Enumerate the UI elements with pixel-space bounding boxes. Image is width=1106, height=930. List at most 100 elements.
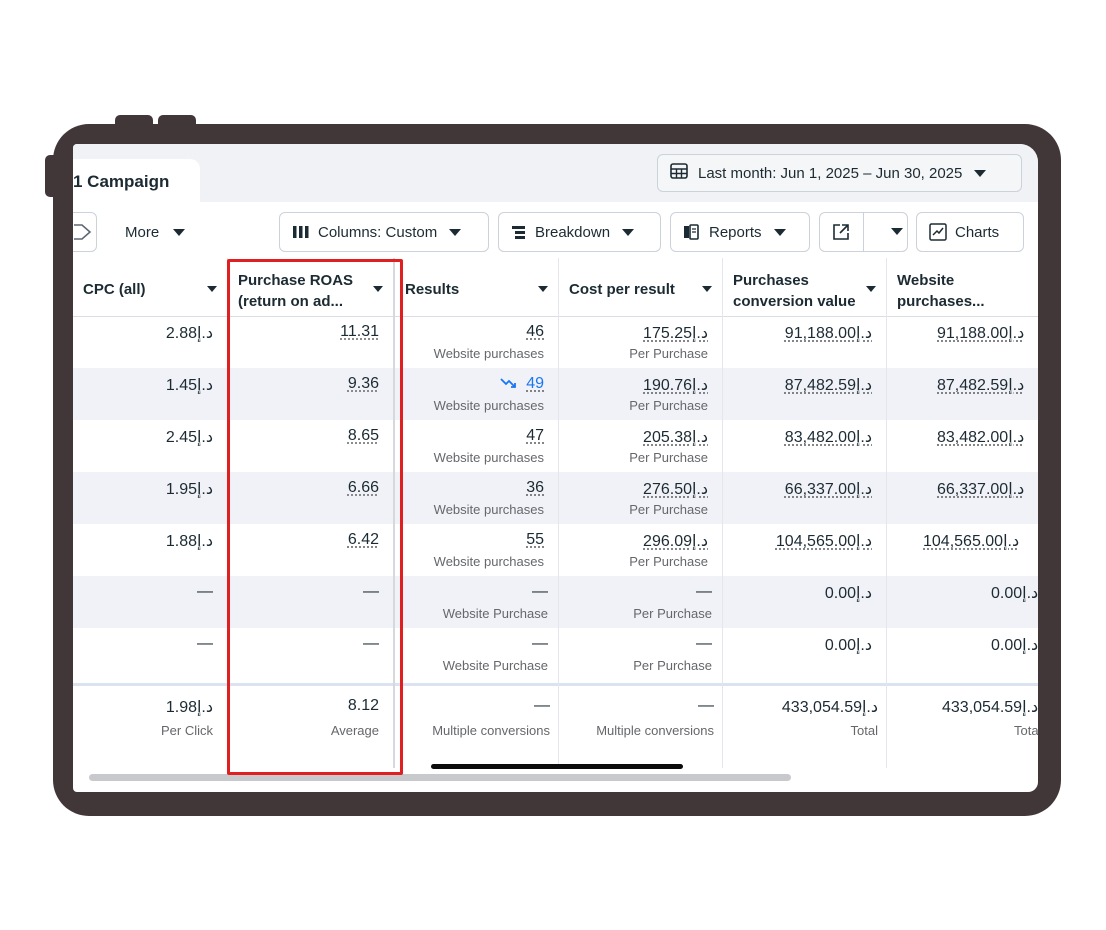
cell-value: 2.88د.إ <box>165 325 213 342</box>
table-cell: 83,482.00د.إ <box>887 420 1038 472</box>
caret-down-icon <box>173 229 186 236</box>
horizontal-scrollbar[interactable] <box>89 774 791 781</box>
cell-value[interactable]: 55 <box>526 531 544 549</box>
tag-button[interactable] <box>73 212 97 252</box>
cell-value[interactable]: 49 <box>526 375 544 393</box>
cell-subtext: Website purchases <box>433 554 544 569</box>
cell-value[interactable]: 276.50د.إ <box>643 479 708 499</box>
more-label: More <box>125 224 160 241</box>
campaign-tab-label[interactable]: 1 Campaign <box>73 172 169 192</box>
cell-value: 433,054.59د.إ <box>781 699 878 716</box>
table-cell: — Per Purchase <box>559 628 722 680</box>
table-cell: 104,565.00د.إ <box>887 524 1038 576</box>
column-header-results[interactable]: Results <box>395 258 558 317</box>
cell-subtext: Website purchases <box>433 502 544 517</box>
cell-value[interactable]: 66,337.00د.إ <box>937 479 1024 499</box>
cell-subtext: Per Purchase <box>629 554 708 569</box>
cell-value[interactable]: 104,565.00د.إ <box>923 531 1019 551</box>
cell-value[interactable]: 91,188.00د.إ <box>785 323 872 343</box>
trend-down-icon <box>500 376 518 394</box>
table-cell: 91,188.00د.إ <box>723 316 886 368</box>
caret-down-icon[interactable] <box>207 286 217 292</box>
column-purchases-conversion-value: Purchases conversion value 91,188.00د.إ 8… <box>723 258 887 768</box>
cell-value[interactable]: 46 <box>526 323 544 341</box>
caret-down-icon[interactable] <box>866 286 876 292</box>
cell-value[interactable]: 104,565.00د.إ <box>776 531 872 551</box>
ads-manager-screen: 1 Campaign Last month: Jun 1, 2025 – Jun… <box>73 144 1038 792</box>
columns-icon <box>292 224 310 240</box>
table-cell: 296.09د.إ Per Purchase <box>559 524 722 576</box>
table-cell: 46 Website purchases <box>395 316 558 368</box>
table-cell: — <box>73 628 227 680</box>
cell-subtext: Total <box>850 723 878 738</box>
export-icon[interactable] <box>832 223 850 245</box>
cell-value: 0.00د.إ <box>991 585 1038 602</box>
cell-value: — <box>698 697 714 714</box>
table-cell: 205.38د.إ Per Purchase <box>559 420 722 472</box>
table-cell: 91,188.00د.إ <box>887 316 1038 368</box>
breakdown-icon <box>511 224 527 240</box>
cell-value[interactable]: 296.09د.إ <box>643 531 708 551</box>
cell-value[interactable]: 87,482.59د.إ <box>937 375 1024 395</box>
table-cell: 87,482.59د.إ <box>887 368 1038 420</box>
cell-value[interactable]: 47 <box>526 427 544 445</box>
summary-cell: 433,054.59د.إ Total <box>723 690 886 742</box>
cell-subtext: Per Purchase <box>633 658 712 673</box>
cell-value[interactable]: 175.25د.إ <box>643 323 708 343</box>
caret-down-icon[interactable] <box>538 286 548 292</box>
summary-cell: 433,054.59د.إ Total <box>887 690 1038 742</box>
cell-value: 1.98د.إ <box>165 699 213 716</box>
table-cell: 87,482.59د.إ <box>723 368 886 420</box>
table-cell: 36 Website purchases <box>395 472 558 524</box>
cell-value[interactable]: 190.76د.إ <box>643 375 708 395</box>
cell-value[interactable]: 83,482.00د.إ <box>785 427 872 447</box>
cell-subtext: Per Purchase <box>629 502 708 517</box>
header-label: Cost per result <box>569 281 675 298</box>
column-header-cpc[interactable]: CPC (all) <box>73 258 227 317</box>
reports-button[interactable]: Reports <box>670 212 810 252</box>
cell-value[interactable]: 36 <box>526 479 544 497</box>
cell-subtext: Per Purchase <box>633 606 712 621</box>
table-cell: 2.88د.إ <box>73 316 227 368</box>
table-cell: 47 Website purchases <box>395 420 558 472</box>
header-label: CPC (all) <box>83 281 146 298</box>
cell-value[interactable]: 205.38د.إ <box>643 427 708 447</box>
charts-button[interactable]: Charts <box>916 212 1024 252</box>
column-header-purchases-conversion-value[interactable]: Purchases conversion value <box>723 258 886 317</box>
column-cost-per-result: Cost per result 175.25د.إ Per Purchase 19… <box>559 258 723 768</box>
table-cell: — Website Purchase <box>395 576 558 628</box>
cell-value[interactable]: 91,188.00د.إ <box>937 323 1024 343</box>
reports-icon <box>683 224 701 240</box>
table-cell: 0.00د.إ <box>887 576 1038 628</box>
caret-down-icon <box>773 228 786 236</box>
cell-value[interactable]: 87,482.59د.إ <box>785 375 872 395</box>
cell-value[interactable]: 66,337.00د.إ <box>785 479 872 499</box>
home-indicator <box>431 764 683 769</box>
caret-down-icon[interactable] <box>702 286 712 292</box>
breakdown-button[interactable]: Breakdown <box>498 212 661 252</box>
caret-down-icon[interactable] <box>891 228 903 235</box>
date-range-button[interactable]: Last month: Jun 1, 2025 – Jun 30, 2025 <box>657 154 1022 192</box>
cell-subtext: Total <box>1014 723 1038 738</box>
summary-cell: — Multiple conversions <box>395 690 558 742</box>
table-cell: 55 Website purchases <box>395 524 558 576</box>
cell-value: 1.45د.إ <box>165 377 213 394</box>
ads-table: CPC (all) 2.88د.إ 1.45د.إ 2.45د.إ 1.95د.… <box>73 258 1038 792</box>
cell-value: 1.95د.إ <box>165 481 213 498</box>
columns-button[interactable]: Columns: Custom <box>279 212 489 252</box>
column-header-cost-per-result[interactable]: Cost per result <box>559 258 722 317</box>
header-line-2: purchases... <box>897 293 985 310</box>
cell-value: — <box>534 697 550 714</box>
reports-label: Reports <box>709 223 762 241</box>
column-header-website-purchases[interactable]: Website purchases... <box>887 258 1038 317</box>
table-cell: — Per Purchase <box>559 576 722 628</box>
table-cell: 2.45د.إ <box>73 420 227 472</box>
header-label: Results <box>405 281 460 298</box>
cell-value: — <box>532 635 548 652</box>
cell-value: 0.00د.إ <box>824 637 872 654</box>
chart-line-icon <box>929 223 947 241</box>
charts-label: Charts <box>955 223 1000 241</box>
cell-value[interactable]: 83,482.00د.إ <box>937 427 1024 447</box>
more-button[interactable]: More <box>125 224 186 241</box>
table-cell: 104,565.00د.إ <box>723 524 886 576</box>
